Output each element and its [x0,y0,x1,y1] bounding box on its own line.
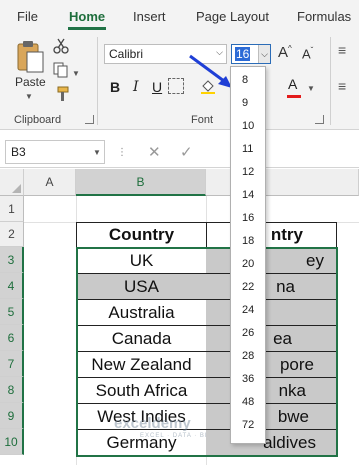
font-color-button[interactable]: A [288,76,297,92]
cell-b6[interactable]: Canada [76,326,207,352]
font-size-value[interactable]: 16 [235,47,251,61]
cell-b7[interactable]: New Zealand [76,352,207,378]
font-launcher-icon[interactable] [315,115,324,124]
cell-b5[interactable]: Australia [76,300,207,326]
cell-c9[interactable]: bwe [206,404,337,430]
tab-insert[interactable]: Insert [133,9,166,24]
watermark-tagline: EXCEL · DATA · BI [140,433,208,439]
cell-c5[interactable] [206,300,337,326]
clipboard-launcher-icon[interactable] [85,115,94,124]
decrease-font-size-button[interactable]: Aˇ [302,46,313,61]
name-box-value: B3 [11,145,26,159]
name-box-chevron-icon[interactable]: ▼ [93,148,101,157]
font-size-option[interactable]: 24 [231,299,265,322]
cell-b4[interactable]: USA [76,274,207,300]
column-header-c[interactable] [206,169,359,196]
cell-b3[interactable]: UK [76,248,207,274]
row-header-2[interactable]: 2 [0,222,24,247]
font-name-value: Calibri [109,47,144,61]
font-size-combobox[interactable]: 16 ⌵ [231,44,271,64]
font-size-option[interactable]: 18 [231,230,265,253]
row-header-4[interactable]: 4 [0,273,24,299]
font-group-label: Font [191,114,214,126]
align-left-icon[interactable]: ≡ [338,78,346,94]
formula-bar: B3 ▼ ⋮ ✕ ✓ fx [0,136,359,168]
increase-font-size-button[interactable]: A^ [278,44,292,61]
copy-icon[interactable] [53,62,69,78]
cell-c8[interactable]: nka [206,378,337,404]
font-size-option[interactable]: 8 [231,69,265,92]
formula-bar-grip-icon: ⋮ [117,147,128,158]
group-divider [97,37,98,125]
clipboard-group-label: Clipboard [14,114,62,126]
cell-c6[interactable]: ea [206,326,337,352]
name-box[interactable]: B3 [5,140,105,164]
cell-b2[interactable]: Country [76,222,207,248]
confirm-entry-icon[interactable]: ✓ [180,143,193,161]
column-header-b[interactable]: B [76,169,206,196]
tab-page-layout[interactable]: Page Layout [196,9,269,24]
tab-formulas[interactable]: Formulas [297,9,351,24]
font-size-option[interactable]: 22 [231,276,265,299]
ribbon-tab-bar: File Home Insert Page Layout Formulas [0,0,359,32]
font-size-option[interactable]: 11 [231,138,265,161]
cell-c4[interactable]: na [206,274,337,300]
font-size-option[interactable]: 9 [231,92,265,115]
font-size-option[interactable]: 16 [231,207,265,230]
paste-button-label[interactable]: Paste [15,75,46,89]
font-size-option[interactable]: 28 [231,345,265,368]
font-size-chevron-icon[interactable]: ⌵ [258,45,270,63]
cut-icon[interactable] [53,38,69,54]
font-color-chevron-icon[interactable]: ▼ [307,84,315,93]
font-color-swatch [287,95,301,98]
wrap-text-icon[interactable]: ≡ [338,42,346,58]
cell-c3[interactable]: ey [206,248,337,274]
tab-file[interactable]: File [17,9,38,24]
font-size-option[interactable]: 12 [231,161,265,184]
paste-icon[interactable] [15,40,45,74]
font-size-option[interactable]: 72 [231,414,265,437]
row-header-3[interactable]: 3 [0,247,24,273]
italic-button[interactable]: I [133,79,139,95]
cancel-entry-icon[interactable]: ✕ [148,143,161,161]
font-size-dropdown-list[interactable]: 8 9 10 11 12 14 16 18 20 22 24 26 28 36 … [230,66,266,444]
font-size-option[interactable]: 26 [231,322,265,345]
copy-dropdown-chevron-icon[interactable]: ▼ [72,69,80,78]
font-size-option[interactable]: 36 [231,368,265,391]
borders-icon[interactable] [168,78,184,94]
underline-button[interactable]: U [152,79,162,95]
row-header-9[interactable]: 9 [0,403,24,429]
group-divider [330,37,331,125]
row-header-8[interactable]: 8 [0,377,24,403]
cell-c2[interactable]: ntry [206,222,337,248]
row-header-1[interactable]: 1 [0,196,24,222]
font-size-option[interactable]: 14 [231,184,265,207]
cell-c10[interactable]: aldives [206,430,337,456]
column-header-a[interactable]: A [24,169,76,196]
row-header-7[interactable]: 7 [0,351,24,377]
cell-b8[interactable]: South Africa [76,378,207,404]
row-header-5[interactable]: 5 [0,299,24,325]
bold-button[interactable]: B [110,79,120,95]
font-size-option[interactable]: 48 [231,391,265,414]
select-all-corner[interactable] [0,169,24,196]
format-painter-icon[interactable] [53,86,69,102]
row-header-10[interactable]: 10 [0,429,24,455]
watermark-brand: exceldemy [114,415,191,432]
ribbon-home: Paste ▼ ▼ Clipboard Calibri ⌵ 16 ⌵ A^ Aˇ… [0,32,359,130]
paste-dropdown-chevron-icon[interactable]: ▼ [25,92,33,101]
active-tab-indicator [68,27,106,30]
font-size-option[interactable]: 10 [231,115,265,138]
row-header-6[interactable]: 6 [0,325,24,351]
annotation-arrow-icon [189,54,232,88]
cell-c7[interactable]: pore [206,352,337,378]
font-size-option[interactable]: 20 [231,253,265,276]
tab-home[interactable]: Home [69,9,105,24]
